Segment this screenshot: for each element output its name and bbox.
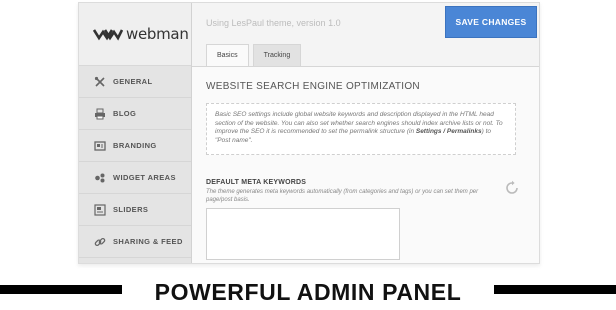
slides-icon [93,203,107,217]
sidebar-item-label: BLOG [113,109,137,118]
tab-tracking[interactable]: Tracking [252,44,302,67]
seo-info-box: Basic SEO settings include global websit… [206,103,516,155]
sidebar-item-label: BRANDING [113,141,157,150]
tab-bar: Basics Tracking [206,44,305,67]
refresh-icon[interactable] [504,180,520,196]
sidebar-item-blog[interactable]: BLOG [79,98,191,130]
content-area: Using LesPaul theme, version 1.0 SAVE CH… [192,3,539,263]
puzzle-icon [93,171,107,185]
brand-card-icon [93,139,107,153]
sidebar-item-sliders[interactable]: SLIDERS [79,194,191,226]
sidebar-item-widget-areas[interactable]: WIDGET AREAS [79,162,191,194]
banner-title: POWERFUL ADMIN PANEL [122,277,494,307]
sidebar-item-sharing-feed[interactable]: SHARING & FEED [79,226,191,258]
section-title: WEBSITE SEARCH ENGINE OPTIMIZATION [206,81,420,92]
save-changes-button[interactable]: SAVE CHANGES [445,6,537,38]
main-panel: WEBSITE SEARCH ENGINE OPTIMIZATION Basic… [192,67,539,263]
sidebar-item-label: SHARING & FEED [113,237,183,246]
logo-text: webman [126,25,189,43]
link-icon [93,235,107,249]
logo: webman [79,3,191,66]
admin-panel: webman GENERAL BLOG BRANDING WIDGET AREA… [78,2,540,264]
banner-bar-left [0,285,122,294]
tools-icon [93,75,107,89]
webman-logo-icon [93,29,123,41]
sidebar-item-label: GENERAL [113,77,153,86]
meta-keywords-textarea[interactable] [206,208,400,260]
sidebar-item-general[interactable]: GENERAL [79,66,191,98]
meta-keywords-description: The theme generates meta keywords automa… [206,189,479,203]
permalinks-link-text: Settings / Permalinks [415,128,482,136]
sidebar-item-branding[interactable]: BRANDING [79,130,191,162]
theme-version-text: Using LesPaul theme, version 1.0 [206,18,341,28]
banner-bar-right [494,285,616,294]
meta-keywords-label: DEFAULT META KEYWORDS [206,179,307,186]
sidebar-item-label: SLIDERS [113,205,149,214]
sidebar: webman GENERAL BLOG BRANDING WIDGET AREA… [79,3,192,263]
printer-icon [93,107,107,121]
sidebar-item-label: WIDGET AREAS [113,173,176,182]
tab-basics[interactable]: Basics [206,44,249,67]
